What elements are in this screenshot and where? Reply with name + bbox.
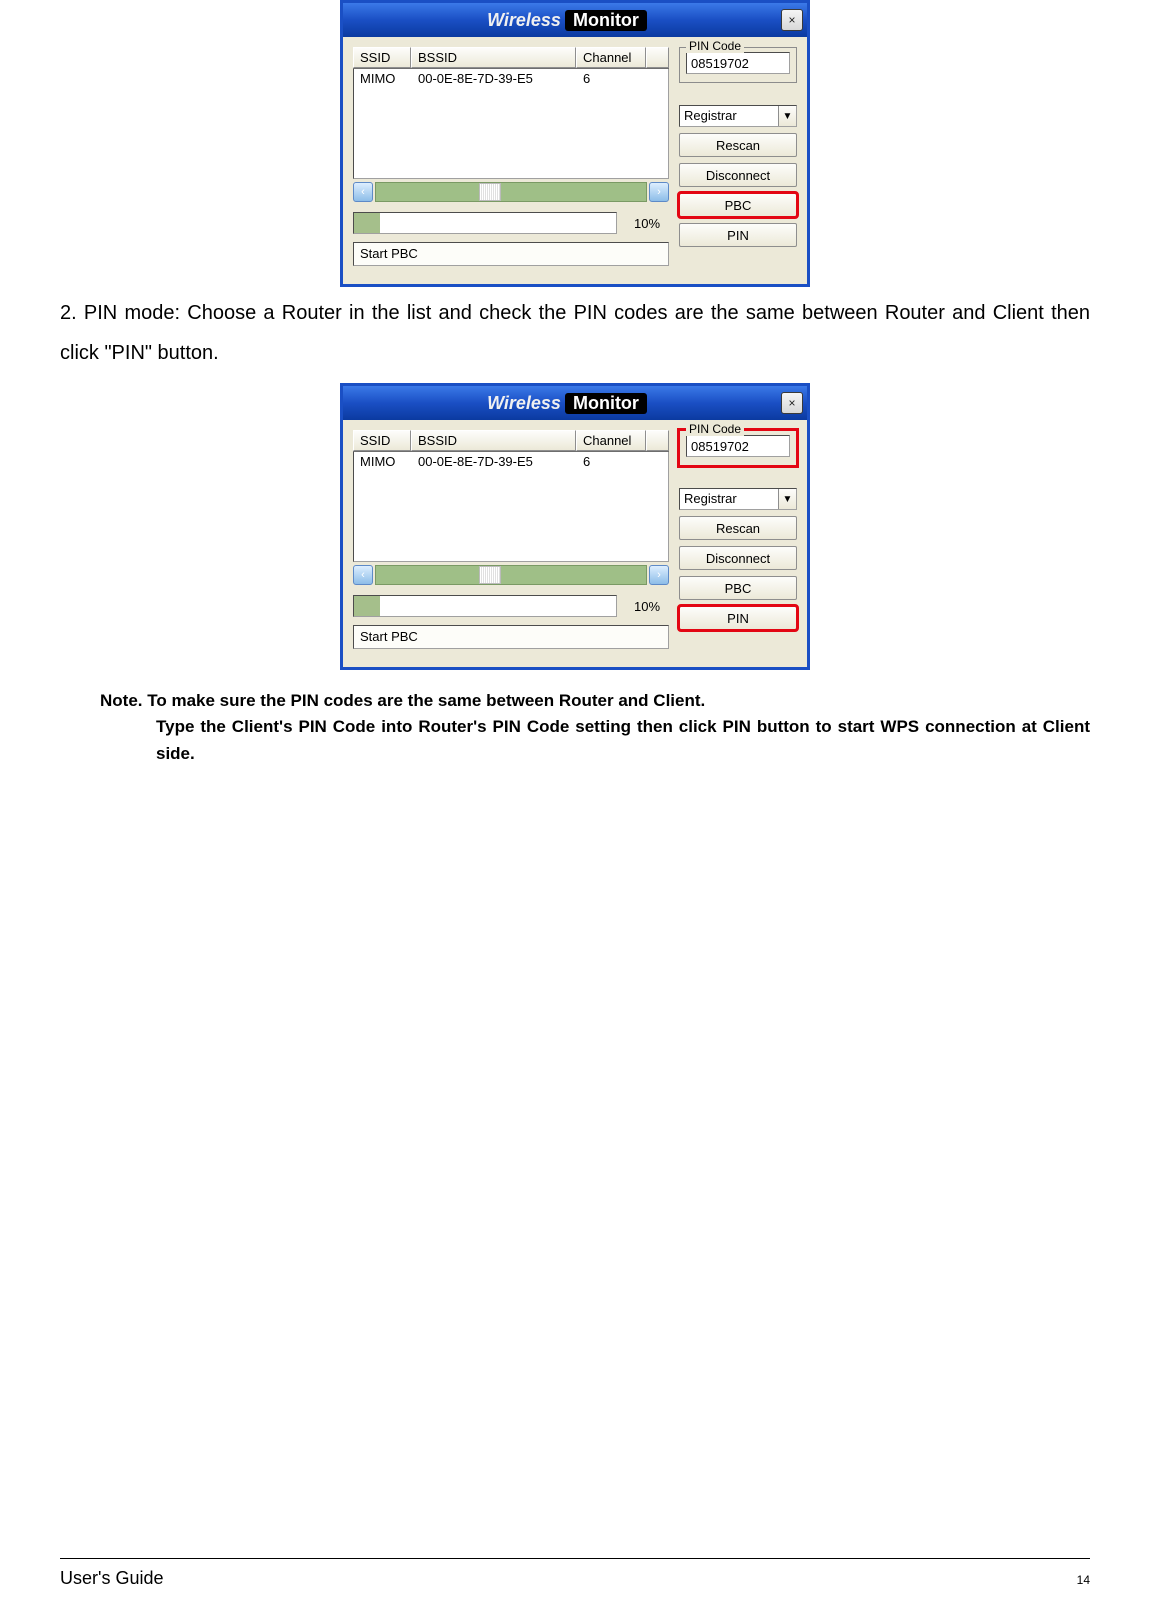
footer-divider xyxy=(60,1558,1090,1559)
network-list-header: SSID BSSID Channel xyxy=(353,430,669,452)
mode-select-value: Registrar xyxy=(680,106,778,126)
title-word-monitor: Monitor xyxy=(565,10,647,31)
progress-label: 10% xyxy=(625,599,669,614)
rescan-button[interactable]: Rescan xyxy=(679,516,797,540)
scroll-left-icon[interactable]: ‹ xyxy=(353,565,373,585)
title-word-wireless: Wireless xyxy=(487,393,561,414)
title-word-monitor: Monitor xyxy=(565,393,647,414)
titlebar: Wireless Monitor × xyxy=(343,386,807,420)
title-word-wireless: Wireless xyxy=(487,10,561,31)
column-ssid[interactable]: SSID xyxy=(353,430,411,451)
column-ssid[interactable]: SSID xyxy=(353,47,411,68)
wireless-monitor-dialog-pin: Wireless Monitor × SSID BSSID Channel MI… xyxy=(340,383,810,670)
chevron-down-icon[interactable]: ▼ xyxy=(778,489,796,509)
horizontal-scrollbar[interactable]: ‹ › xyxy=(353,565,669,585)
progress-bar xyxy=(353,212,617,234)
cell-channel: 6 xyxy=(577,453,647,470)
status-input[interactable]: Start PBC xyxy=(353,625,669,649)
column-spacer xyxy=(646,47,669,68)
scroll-thumb[interactable] xyxy=(479,566,501,584)
disconnect-button[interactable]: Disconnect xyxy=(679,163,797,187)
cell-ssid: MIMO xyxy=(354,453,412,470)
pin-code-group: PIN Code 08519702 xyxy=(679,47,797,83)
rescan-button[interactable]: Rescan xyxy=(679,133,797,157)
disconnect-button[interactable]: Disconnect xyxy=(679,546,797,570)
window-title: Wireless Monitor xyxy=(487,10,647,31)
column-spacer xyxy=(646,430,669,451)
footer-title: User's Guide xyxy=(60,1568,163,1589)
titlebar: Wireless Monitor × xyxy=(343,3,807,37)
close-icon[interactable]: × xyxy=(781,392,803,414)
close-icon[interactable]: × xyxy=(781,9,803,31)
scroll-right-icon[interactable]: › xyxy=(649,565,669,585)
cell-channel: 6 xyxy=(577,70,647,87)
progress-label: 10% xyxy=(625,216,669,231)
cell-bssid: 00-0E-8E-7D-39-E5 xyxy=(412,70,577,87)
column-bssid[interactable]: BSSID xyxy=(411,47,576,68)
pbc-button[interactable]: PBC xyxy=(679,193,797,217)
network-list[interactable]: MIMO 00-0E-8E-7D-39-E5 6 xyxy=(353,69,669,179)
scroll-thumb[interactable] xyxy=(479,183,501,201)
column-channel[interactable]: Channel xyxy=(576,430,646,451)
wireless-monitor-dialog-pbc: Wireless Monitor × SSID BSSID Channel MI… xyxy=(340,0,810,287)
list-item[interactable]: MIMO 00-0E-8E-7D-39-E5 6 xyxy=(354,69,668,88)
scroll-left-icon[interactable]: ‹ xyxy=(353,182,373,202)
note-line-2: Type the Client's PIN Code into Router's… xyxy=(156,714,1090,767)
network-list-header: SSID BSSID Channel xyxy=(353,47,669,69)
pin-code-legend: PIN Code xyxy=(686,422,744,436)
pin-button[interactable]: PIN xyxy=(679,606,797,630)
progress-bar xyxy=(353,595,617,617)
pbc-button[interactable]: PBC xyxy=(679,576,797,600)
column-channel[interactable]: Channel xyxy=(576,47,646,68)
body-paragraph-pin-mode: 2. PIN mode: Choose a Router in the list… xyxy=(60,293,1090,373)
pin-button[interactable]: PIN xyxy=(679,223,797,247)
scroll-right-icon[interactable]: › xyxy=(649,182,669,202)
chevron-down-icon[interactable]: ▼ xyxy=(778,106,796,126)
pin-code-legend: PIN Code xyxy=(686,39,744,53)
pin-code-input[interactable]: 08519702 xyxy=(686,435,790,457)
cell-ssid: MIMO xyxy=(354,70,412,87)
window-title: Wireless Monitor xyxy=(487,393,647,414)
pin-code-input[interactable]: 08519702 xyxy=(686,52,790,74)
network-list[interactable]: MIMO 00-0E-8E-7D-39-E5 6 xyxy=(353,452,669,562)
mode-select[interactable]: Registrar ▼ xyxy=(679,105,797,127)
pin-code-group: PIN Code 08519702 xyxy=(679,430,797,466)
mode-select[interactable]: Registrar ▼ xyxy=(679,488,797,510)
list-item[interactable]: MIMO 00-0E-8E-7D-39-E5 6 xyxy=(354,452,668,471)
column-bssid[interactable]: BSSID xyxy=(411,430,576,451)
note-line-1: Note. To make sure the PIN codes are the… xyxy=(100,691,705,710)
scroll-track[interactable] xyxy=(375,182,647,202)
horizontal-scrollbar[interactable]: ‹ › xyxy=(353,182,669,202)
page-number: 14 xyxy=(1077,1573,1090,1587)
scroll-track[interactable] xyxy=(375,565,647,585)
cell-bssid: 00-0E-8E-7D-39-E5 xyxy=(412,453,577,470)
status-input[interactable]: Start PBC xyxy=(353,242,669,266)
mode-select-value: Registrar xyxy=(680,489,778,509)
